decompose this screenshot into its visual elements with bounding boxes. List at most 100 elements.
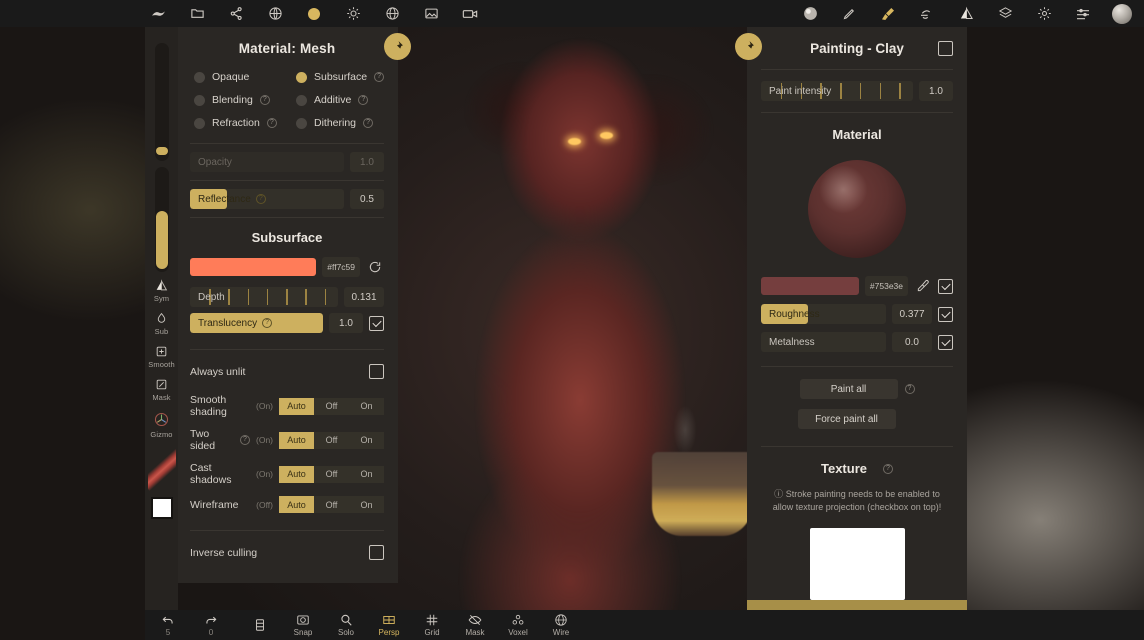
blend-mode-dithering[interactable]: Dithering ? bbox=[296, 117, 398, 129]
help-icon[interactable]: ? bbox=[259, 95, 270, 105]
force-paint-all-button[interactable]: Force paint all bbox=[797, 409, 896, 429]
eyedropper-icon[interactable] bbox=[914, 277, 932, 295]
cast-shadows-off[interactable]: Off bbox=[314, 465, 349, 483]
help-icon[interactable]: ? bbox=[374, 72, 385, 82]
smooth-shading-on[interactable]: On bbox=[349, 397, 384, 415]
rail-item-smooth[interactable]: Smooth bbox=[145, 340, 178, 373]
translucency-slider[interactable]: Translucency ? bbox=[190, 313, 323, 333]
opacity-value[interactable]: 1.0 bbox=[350, 152, 384, 172]
left-panel-pin-icon[interactable] bbox=[384, 33, 411, 60]
roughness-checkbox[interactable] bbox=[938, 306, 953, 322]
sliders-icon[interactable] bbox=[1073, 4, 1093, 24]
texture-thumbnail[interactable] bbox=[809, 528, 905, 601]
gear-icon[interactable] bbox=[1034, 4, 1054, 24]
camera-icon[interactable] bbox=[460, 4, 480, 24]
albedo-checkbox[interactable] bbox=[938, 278, 953, 294]
blend-mode-opaque[interactable]: Opaque bbox=[194, 71, 296, 83]
smooth-shading-off[interactable]: Off bbox=[314, 397, 349, 415]
bottom-item-snap[interactable]: Snap bbox=[288, 613, 318, 637]
two-sided-on[interactable]: On bbox=[349, 431, 384, 449]
subsurface-color-bar[interactable] bbox=[190, 258, 317, 276]
roughness-value[interactable]: 0.377 bbox=[892, 304, 932, 324]
help-icon[interactable]: ? bbox=[883, 463, 893, 474]
paint-brush-icon[interactable] bbox=[878, 4, 898, 24]
help-icon[interactable]: ? bbox=[255, 194, 266, 204]
folder-icon[interactable] bbox=[187, 4, 207, 24]
translucency-value[interactable]: 1.0 bbox=[329, 313, 363, 333]
image-icon[interactable] bbox=[421, 4, 441, 24]
brush-intensity-slider[interactable] bbox=[154, 167, 169, 272]
reset-icon[interactable] bbox=[366, 258, 384, 276]
inverse-culling-checkbox[interactable] bbox=[369, 545, 384, 560]
color-swatch[interactable] bbox=[150, 497, 173, 519]
albedo-hex-value[interactable]: #753e3e bbox=[864, 276, 908, 296]
wireframe-off[interactable]: Off bbox=[314, 496, 349, 513]
stroke-preview[interactable] bbox=[147, 447, 176, 491]
albedo-color-bar[interactable] bbox=[761, 277, 859, 295]
environment-icon[interactable] bbox=[382, 4, 402, 24]
right-panel-pin-icon[interactable] bbox=[735, 33, 762, 60]
blend-mode-refraction[interactable]: Refraction ? bbox=[194, 117, 296, 129]
help-icon[interactable]: ? bbox=[358, 95, 369, 105]
undo-button[interactable]: 5 bbox=[153, 613, 183, 637]
depth-slider[interactable]: Depth bbox=[190, 287, 338, 307]
reflectance-slider[interactable]: Reflectance ? bbox=[190, 189, 344, 209]
blend-mode-subsurface[interactable]: Subsurface ? bbox=[296, 71, 398, 83]
metalness-slider[interactable]: Metalness bbox=[761, 332, 886, 352]
user-avatar[interactable] bbox=[1112, 3, 1132, 24]
material-sphere-preview[interactable] bbox=[808, 160, 906, 258]
rail-item-sym[interactable]: Sym bbox=[145, 274, 178, 307]
depth-value[interactable]: 0.131 bbox=[344, 287, 384, 307]
bottom-item-solo[interactable]: Solo bbox=[331, 613, 361, 637]
translucency-checkbox[interactable] bbox=[369, 315, 384, 331]
smooth-shading-auto[interactable]: Auto bbox=[279, 397, 314, 415]
scene-icon[interactable] bbox=[265, 4, 285, 24]
layers-icon[interactable] bbox=[995, 4, 1015, 24]
blend-mode-blending[interactable]: Blending ? bbox=[194, 94, 296, 106]
bottom-item-voxel[interactable]: Voxel bbox=[503, 613, 533, 637]
cast-shadows-on[interactable]: On bbox=[349, 465, 384, 483]
cast-shadows-auto[interactable]: Auto bbox=[279, 465, 314, 483]
subsurface-hex-value[interactable]: #ff7c59 bbox=[322, 257, 360, 277]
bottom-item-layers[interactable] bbox=[245, 618, 275, 633]
material-icon[interactable] bbox=[304, 4, 324, 24]
rail-item-sub[interactable]: Sub bbox=[145, 307, 178, 340]
wireframe-on[interactable]: On bbox=[349, 496, 384, 513]
always-unlit-checkbox[interactable] bbox=[369, 364, 384, 379]
paint-intensity-slider[interactable]: Paint intensity bbox=[761, 81, 913, 101]
metalness-checkbox[interactable] bbox=[938, 334, 953, 350]
help-icon[interactable]: ? bbox=[904, 384, 915, 394]
rail-item-gizmo[interactable]: Gizmo bbox=[145, 406, 178, 443]
pencil-icon[interactable] bbox=[839, 4, 859, 24]
blend-mode-additive[interactable]: Additive ? bbox=[296, 94, 398, 106]
metalness-value[interactable]: 0.0 bbox=[892, 332, 932, 352]
brush-radius-slider[interactable] bbox=[154, 43, 169, 161]
light-icon[interactable] bbox=[343, 4, 363, 24]
redo-button[interactable]: 0 bbox=[196, 613, 226, 637]
two-sided-auto[interactable]: Auto bbox=[279, 431, 314, 449]
bottom-item-grid[interactable]: Grid bbox=[417, 613, 447, 637]
share-icon[interactable] bbox=[226, 4, 246, 24]
always-unlit-row[interactable]: Always unlit bbox=[176, 350, 398, 389]
help-icon[interactable]: ? bbox=[266, 118, 277, 128]
bottom-item-wire[interactable]: Wire bbox=[546, 613, 576, 637]
snap-icon bbox=[297, 615, 309, 625]
paint-all-button[interactable]: Paint all bbox=[799, 379, 898, 399]
rail-item-mask[interactable]: Mask bbox=[145, 373, 178, 406]
wireframe-auto[interactable]: Auto bbox=[279, 496, 314, 513]
bottom-item-persp[interactable]: Persp bbox=[374, 613, 404, 637]
help-icon[interactable]: ? bbox=[363, 118, 374, 128]
two-sided-off[interactable]: Off bbox=[314, 431, 349, 449]
bottom-item-mask[interactable]: Mask bbox=[460, 613, 490, 637]
symmetry-triangle-icon[interactable] bbox=[956, 4, 976, 24]
logo-icon[interactable] bbox=[148, 4, 168, 24]
sphere-icon[interactable] bbox=[800, 4, 820, 24]
paint-intensity-value[interactable]: 1.0 bbox=[919, 81, 953, 101]
inverse-culling-row[interactable]: Inverse culling bbox=[176, 531, 398, 570]
painting-enable-checkbox[interactable] bbox=[938, 41, 953, 56]
opacity-slider[interactable]: Opacity bbox=[190, 152, 344, 172]
roughness-slider[interactable]: Roughness bbox=[761, 304, 886, 324]
help-icon[interactable]: ? bbox=[240, 435, 250, 445]
reflectance-value[interactable]: 0.5 bbox=[350, 189, 384, 209]
stamp-icon[interactable] bbox=[917, 4, 937, 24]
